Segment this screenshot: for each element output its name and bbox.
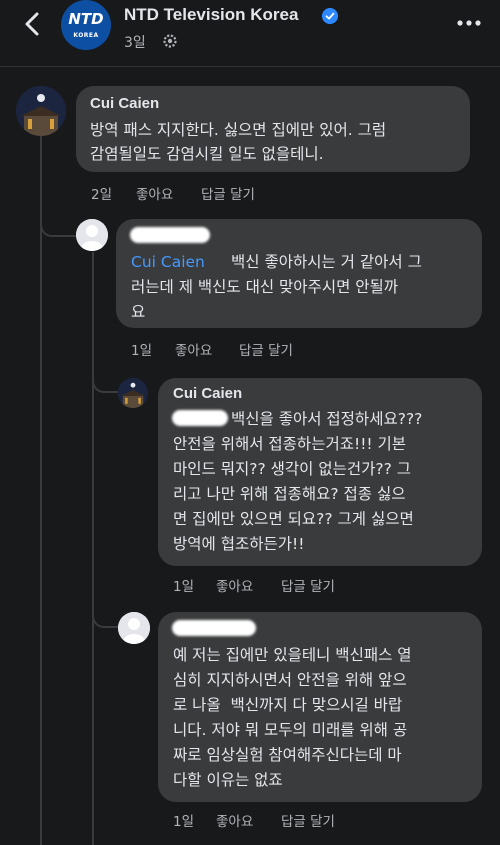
like-button[interactable]: 좋아요 — [136, 183, 173, 203]
logo-subtext: KOREA — [73, 32, 99, 39]
comment-text-line: 다할 이유는 없죠 — [173, 771, 283, 789]
comment-text-line: 안전을 위해서 접종하는거죠!!! 기본 — [173, 435, 407, 453]
verified-badge-icon — [322, 8, 338, 24]
comment-text-line: 백신을 좋아서 접정하세요??? — [231, 410, 423, 428]
reply-button[interactable]: 답글 달기 — [201, 183, 255, 203]
logo-text: NTD — [68, 10, 104, 28]
comment-text-line: 로 나올 백신까지 다 맞으시길 바랍 — [173, 696, 403, 714]
back-arrow-icon[interactable] — [18, 9, 48, 39]
commenter-avatar[interactable] — [118, 378, 148, 408]
redacted-author-name — [130, 227, 210, 243]
thread-branch-reply3 — [92, 560, 118, 628]
comment-text-line: 요 — [131, 303, 146, 321]
commenter-avatar[interactable] — [76, 219, 108, 251]
comment-text-line: 짜로 임상실험 참여해주신다는데 마 — [173, 746, 402, 764]
commenter-avatar[interactable] — [16, 86, 66, 136]
comment-text-line: 러는데 제 백신도 대신 맞아주시면 안될까 — [131, 278, 399, 296]
redacted-author-name — [172, 620, 256, 636]
comment-author[interactable]: Cui Caien — [173, 385, 242, 402]
comment-author[interactable]: Cui Caien — [90, 95, 159, 112]
comment-text-line: 예 저는 집에만 있을테니 백신패스 열 — [173, 646, 412, 664]
thread-line-main — [40, 132, 42, 845]
comment-time[interactable]: 2일 — [91, 183, 112, 203]
header-divider — [0, 66, 500, 67]
comment-text-line: 방역 패스 지지한다. 싫으면 집에만 있어. 그럼 — [90, 121, 387, 139]
default-profile-icon — [76, 219, 108, 251]
mentioned-user-link[interactable]: Cui Caien — [131, 250, 205, 274]
reply-button[interactable]: 답글 달기 — [239, 339, 293, 359]
privacy-settings-icon — [163, 34, 177, 48]
redacted-mention — [172, 410, 228, 426]
thread-branch-reply1 — [40, 170, 78, 237]
like-button[interactable]: 좋아요 — [216, 810, 253, 830]
post-timestamp[interactable]: 3일 — [124, 32, 146, 52]
comment-text-line: 백신 좋아하시는 거 같아서 그 — [231, 253, 422, 271]
comment-time[interactable]: 1일 — [131, 339, 152, 359]
like-button[interactable]: 좋아요 — [175, 339, 212, 359]
page-logo[interactable]: NTD KOREA — [61, 0, 111, 50]
like-button[interactable]: 좋아요 — [216, 575, 253, 595]
page-name[interactable]: NTD Television Korea — [124, 5, 298, 25]
comment-text-line: 리고 나만 위해 접종해요? 접종 싫으 — [173, 485, 406, 503]
thread-line-reply1 — [92, 252, 94, 845]
comment-text-line: 마인드 뭐지?? 생각이 없는건가?? 그 — [173, 460, 411, 478]
comment-text-line: 방역에 협조하든가!! — [173, 535, 305, 553]
comment-text-line: 심히 지지하시면서 안전을 위해 앞으 — [173, 671, 407, 689]
comment-text-line: 감염될일도 감염시킬 일도 없을테니. — [90, 145, 324, 163]
avatar-image-icon — [16, 86, 66, 136]
comment-time[interactable]: 1일 — [173, 810, 194, 830]
default-profile-icon — [118, 612, 150, 644]
avatar-image-icon — [118, 378, 148, 408]
comment-text-line: 면 집에만 있으면 되요?? 그게 싫으면 — [173, 510, 414, 528]
reply-button[interactable]: 답글 달기 — [281, 575, 335, 595]
thread-branch-reply2 — [92, 350, 118, 393]
reply-button[interactable]: 답글 달기 — [281, 810, 335, 830]
more-options-icon[interactable] — [456, 15, 482, 31]
comment-text-line: 니다. 저야 뭐 모두의 미래를 위해 공 — [173, 721, 408, 739]
comment-time[interactable]: 1일 — [173, 575, 194, 595]
commenter-avatar[interactable] — [118, 612, 150, 644]
